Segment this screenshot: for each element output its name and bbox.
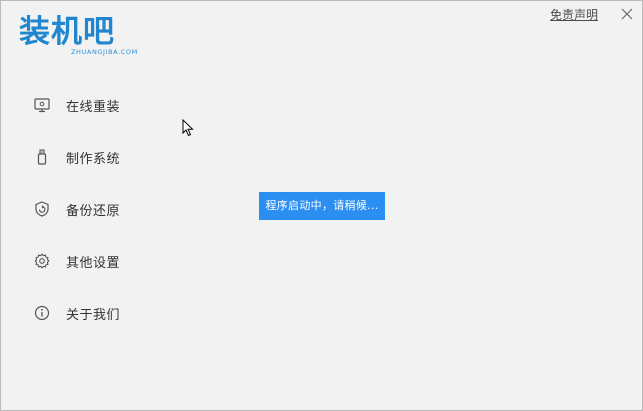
status-toast: 程序启动中，请稍候...	[259, 192, 385, 220]
backup-restore-icon	[33, 200, 51, 218]
mouse-cursor-icon	[182, 119, 194, 137]
sidebar-item-about-us[interactable]: 关于我们	[33, 301, 120, 325]
sidebar-item-label: 关于我们	[66, 307, 121, 323]
monitor-icon	[33, 96, 51, 114]
close-button[interactable]	[617, 4, 637, 24]
app-logo: 装机吧 ZHUANGJIBA.COM	[19, 15, 139, 65]
sidebar-item-label: 其他设置	[66, 255, 121, 271]
sidebar-item-backup-restore[interactable]: 备份还原	[33, 197, 120, 221]
installer-window: 装机吧 ZHUANGJIBA.COM 免责声明 在线重装 制作系统 备份还原 其…	[0, 0, 643, 411]
sidebar-item-make-system[interactable]: 制作系统	[33, 145, 120, 169]
gear-icon	[33, 252, 51, 270]
sidebar-item-online-reinstall[interactable]: 在线重装	[33, 93, 120, 117]
logo-subtext: ZHUANGJIBA.COM	[71, 48, 138, 56]
sidebar-item-label: 备份还原	[66, 203, 121, 219]
sidebar-item-label: 制作系统	[66, 151, 121, 167]
disclaimer-link[interactable]: 免责声明	[550, 6, 598, 23]
info-icon	[33, 304, 51, 322]
logo-text: 装机吧	[19, 14, 115, 50]
sidebar-item-label: 在线重装	[66, 99, 121, 115]
sidebar-item-other-settings[interactable]: 其他设置	[33, 249, 120, 273]
close-icon	[621, 8, 633, 20]
usb-drive-icon	[33, 148, 51, 166]
